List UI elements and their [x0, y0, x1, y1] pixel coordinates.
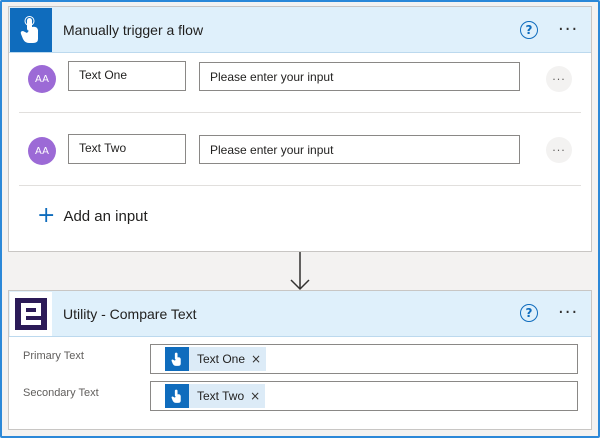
action-card-title: Utility - Compare Text	[63, 306, 197, 322]
input-more-options-button[interactable]: ···	[546, 66, 572, 92]
help-icon[interactable]: ?	[520, 21, 538, 39]
input-value-field[interactable]: Please enter your input	[199, 62, 520, 91]
remove-token-icon[interactable]: ×	[251, 352, 266, 366]
dynamic-content-token[interactable]: Text One ×	[165, 347, 267, 371]
input-name-field[interactable]: Text One	[68, 61, 186, 91]
action-card: Utility - Compare Text ? ··· Primary Tex…	[8, 290, 592, 430]
text-type-avatar-icon: AA	[28, 137, 56, 165]
trigger-card-header[interactable]: Manually trigger a flow ? ···	[9, 7, 591, 53]
action-card-header[interactable]: Utility - Compare Text ? ···	[9, 291, 591, 337]
hand-tap-icon	[10, 8, 52, 52]
more-options-icon[interactable]: ···	[558, 304, 578, 322]
divider	[19, 185, 581, 186]
hand-tap-icon	[165, 384, 189, 408]
token-label: Text One	[197, 352, 246, 366]
add-input-label: Add an input	[63, 207, 148, 225]
secondary-text-label: Secondary Text	[23, 387, 99, 399]
input-name-field[interactable]: Text Two	[68, 134, 186, 164]
add-input-button[interactable]: + Add an input	[37, 205, 148, 227]
token-label: Text Two	[197, 389, 245, 403]
secondary-text-field[interactable]: Text Two ×	[150, 381, 578, 411]
divider	[19, 112, 581, 113]
primary-text-field[interactable]: Text One ×	[150, 344, 578, 374]
trigger-card: Manually trigger a flow ? ··· AA Text On…	[8, 6, 592, 252]
dynamic-content-token[interactable]: Text Two ×	[165, 384, 266, 408]
remove-token-icon[interactable]: ×	[250, 389, 265, 403]
plus-icon: +	[37, 203, 56, 228]
utility-logo-icon	[10, 292, 52, 336]
trigger-card-title: Manually trigger a flow	[63, 22, 204, 38]
text-type-avatar-icon: AA	[28, 65, 56, 93]
hand-tap-icon	[165, 347, 189, 371]
help-icon[interactable]: ?	[520, 304, 538, 322]
more-options-icon[interactable]: ···	[558, 21, 578, 39]
trigger-input-row: AA Text Two Please enter your input ···	[9, 127, 591, 187]
input-value-field[interactable]: Please enter your input	[199, 135, 520, 164]
trigger-input-row: AA Text One Please enter your input ···	[9, 53, 591, 113]
arrow-down-icon	[288, 252, 312, 292]
input-more-options-button[interactable]: ···	[546, 137, 572, 163]
primary-text-label: Primary Text	[23, 350, 84, 362]
